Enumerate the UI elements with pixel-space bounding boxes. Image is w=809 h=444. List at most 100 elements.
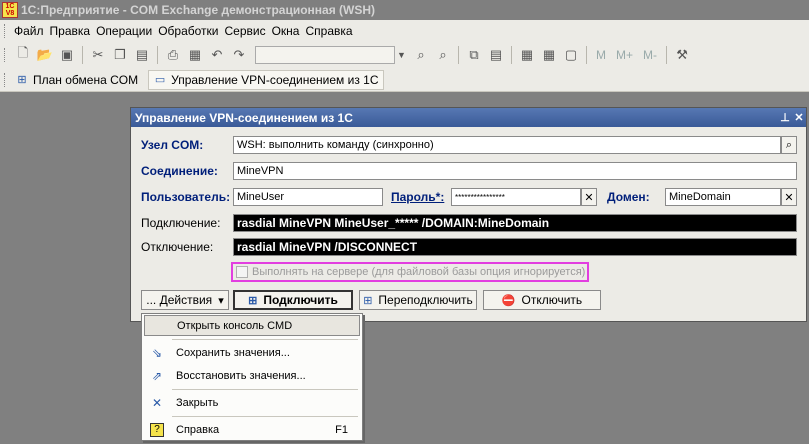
- user-label: Пользователь:: [141, 190, 231, 204]
- panel-tab-label: Управление VPN-соединением из 1С: [171, 72, 379, 87]
- preview-icon[interactable]: ▦: [185, 45, 205, 65]
- user-field[interactable]: MineUser: [233, 188, 383, 206]
- disconnect-cmd-label: Отключение:: [141, 240, 214, 254]
- menu-separator: [172, 339, 358, 340]
- connect-button[interactable]: ⊞ Подключить: [233, 290, 353, 310]
- actions-button[interactable]: ... Действия ▾: [141, 290, 229, 310]
- menu-windows[interactable]: Окна: [269, 24, 303, 38]
- disconnect-cmd-field[interactable]: rasdial MineVPN /DISCONNECT: [233, 238, 797, 256]
- actions-label: ... Действия: [146, 293, 213, 307]
- new-document-icon[interactable]: 🗋: [13, 45, 33, 65]
- menu-file[interactable]: Файл: [11, 24, 47, 38]
- run-on-server-label: Выполнять на сервере (для файловой базы …: [252, 266, 586, 278]
- run-on-server-checkbox[interactable]: [236, 266, 248, 278]
- menu-item-label: Сохранить значения...: [176, 346, 290, 359]
- menu-bar: Файл Правка Операции Обработки Сервис Ок…: [0, 20, 809, 42]
- help-icon: ?: [150, 422, 164, 437]
- search-icon[interactable]: ⌕: [781, 136, 797, 154]
- menubar-grip: [4, 24, 7, 38]
- disconnect-icon: ⛔: [501, 294, 516, 307]
- menu-item-open-cmd[interactable]: Открыть консоль CMD: [144, 315, 360, 336]
- node-field[interactable]: WSH: выполнить команду (синхронно): [233, 136, 781, 154]
- main-toolbar: 🗋 📂 ▣ ✂ ❐ ▤ ⎙ ▦ ↶ ↷ ▼ ⌕ ⌕ ⧉ ▤ ▦ ▦ ▢ M M+…: [0, 42, 809, 68]
- dialog-icon[interactable]: ▢: [561, 45, 581, 65]
- menu-service[interactable]: Сервис: [222, 24, 269, 38]
- panel-tab-label: План обмена COM: [33, 72, 139, 87]
- toolbar-separator: [666, 46, 668, 64]
- restore-values-icon: ⇗: [151, 368, 163, 383]
- find-next-icon[interactable]: ⌕: [433, 45, 453, 65]
- menu-item-label: Восстановить значения...: [176, 369, 306, 382]
- vpn-window: Управление VPN-соединением из 1С ⊥ ✕ Узе…: [130, 107, 807, 322]
- combo-arrow-icon[interactable]: ▼: [397, 50, 409, 60]
- toolbar-separator: [511, 46, 512, 64]
- memory-minus-button[interactable]: M-: [639, 48, 661, 62]
- cut-icon[interactable]: ✂: [88, 45, 108, 65]
- chevron-down-icon: ▾: [218, 294, 224, 307]
- connect-cmd-field[interactable]: rasdial MineVPN MineUser_***** /DOMAIN:M…: [233, 214, 797, 232]
- reconnect-button[interactable]: ⊞ Переподключить: [359, 290, 477, 310]
- menu-item-help[interactable]: ? Справка F1: [144, 419, 360, 440]
- app-title-bar: 1С V8 1С:Предприятие - COM Exchange демон…: [0, 0, 809, 20]
- panel-grip: [4, 72, 7, 87]
- calendar-icon[interactable]: ▦: [539, 45, 559, 65]
- close-icon[interactable]: ✕: [792, 111, 806, 124]
- toolbar-separator: [458, 46, 459, 64]
- password-label[interactable]: Пароль*:: [391, 190, 444, 204]
- memory-button[interactable]: M: [592, 48, 610, 62]
- memory-plus-button[interactable]: M+: [612, 48, 637, 62]
- connect-cmd-label: Подключение:: [141, 216, 221, 230]
- domain-field[interactable]: MineDomain: [665, 188, 781, 206]
- tools-icon[interactable]: ⚒: [672, 45, 692, 65]
- app-logo-icon: 1С V8: [2, 2, 18, 18]
- copy-icon[interactable]: ❐: [110, 45, 130, 65]
- node-label: Узел COM:: [141, 138, 204, 152]
- connection-field[interactable]: MineVPN: [233, 162, 797, 180]
- close-icon: ✕: [151, 395, 163, 410]
- menu-item-shortcut: F1: [335, 423, 348, 436]
- menu-item-close[interactable]: ✕ Закрыть: [144, 392, 360, 413]
- form-icon: ▭: [154, 74, 166, 86]
- toolbar-separator: [157, 46, 158, 64]
- save-values-icon: ⇘: [151, 345, 163, 360]
- window-title: Управление VPN-соединением из 1С: [135, 110, 353, 125]
- password-field[interactable]: ****************: [451, 188, 581, 206]
- clear-domain-icon[interactable]: ✕: [781, 188, 797, 206]
- paste-icon[interactable]: ▤: [132, 45, 152, 65]
- disconnect-button[interactable]: ⛔ Отключить: [483, 290, 601, 310]
- disconnect-label: Отключить: [521, 293, 583, 307]
- window-panel: ⊞ План обмена COM ▭ Управление VPN-соеди…: [0, 68, 809, 92]
- pin-icon[interactable]: ⊥: [778, 111, 792, 124]
- connect-label: Подключить: [263, 293, 338, 307]
- menu-operations[interactable]: Операции: [93, 24, 155, 38]
- save-icon[interactable]: ▣: [57, 45, 77, 65]
- open-folder-icon[interactable]: 📂: [35, 45, 55, 65]
- search-combo[interactable]: [255, 46, 395, 64]
- menu-item-label: Открыть консоль CMD: [177, 319, 293, 332]
- menu-separator: [172, 389, 358, 390]
- calculator-icon[interactable]: ▦: [517, 45, 537, 65]
- clear-password-icon[interactable]: ✕: [581, 188, 597, 206]
- menu-processing[interactable]: Обработки: [155, 24, 221, 38]
- menu-item-restore-values[interactable]: ⇗ Восстановить значения...: [144, 365, 360, 386]
- find-icon[interactable]: ⌕: [411, 45, 431, 65]
- redo-icon[interactable]: ↷: [229, 45, 249, 65]
- menu-help[interactable]: Справка: [302, 24, 355, 38]
- exchange-plan-icon: ⊞: [17, 74, 27, 86]
- actions-menu: Открыть консоль CMD ⇘ Сохранить значения…: [141, 313, 363, 441]
- panel-tab-com-exchange[interactable]: ⊞ План обмена COM: [11, 71, 142, 89]
- reconnect-label: Переподключить: [378, 293, 473, 307]
- print-icon[interactable]: ⎙: [163, 45, 183, 65]
- menu-edit[interactable]: Правка: [47, 24, 94, 38]
- menu-item-label: Закрыть: [176, 396, 219, 409]
- run-on-server-option: Выполнять на сервере (для файловой базы …: [231, 262, 589, 282]
- toolbar-grip: [4, 48, 7, 62]
- windows-icon[interactable]: ⧉: [464, 45, 484, 65]
- panel-tab-vpn[interactable]: ▭ Управление VPN-соединением из 1С: [148, 69, 384, 90]
- menu-item-save-values[interactable]: ⇘ Сохранить значения...: [144, 342, 360, 363]
- menu-item-label: Справка: [176, 423, 220, 436]
- reconnect-icon: ⊞: [363, 294, 373, 307]
- onec-icon[interactable]: ▤: [486, 45, 506, 65]
- undo-icon[interactable]: ↶: [207, 45, 227, 65]
- app-title: 1С:Предприятие - COM Exchange демонстрац…: [21, 3, 376, 17]
